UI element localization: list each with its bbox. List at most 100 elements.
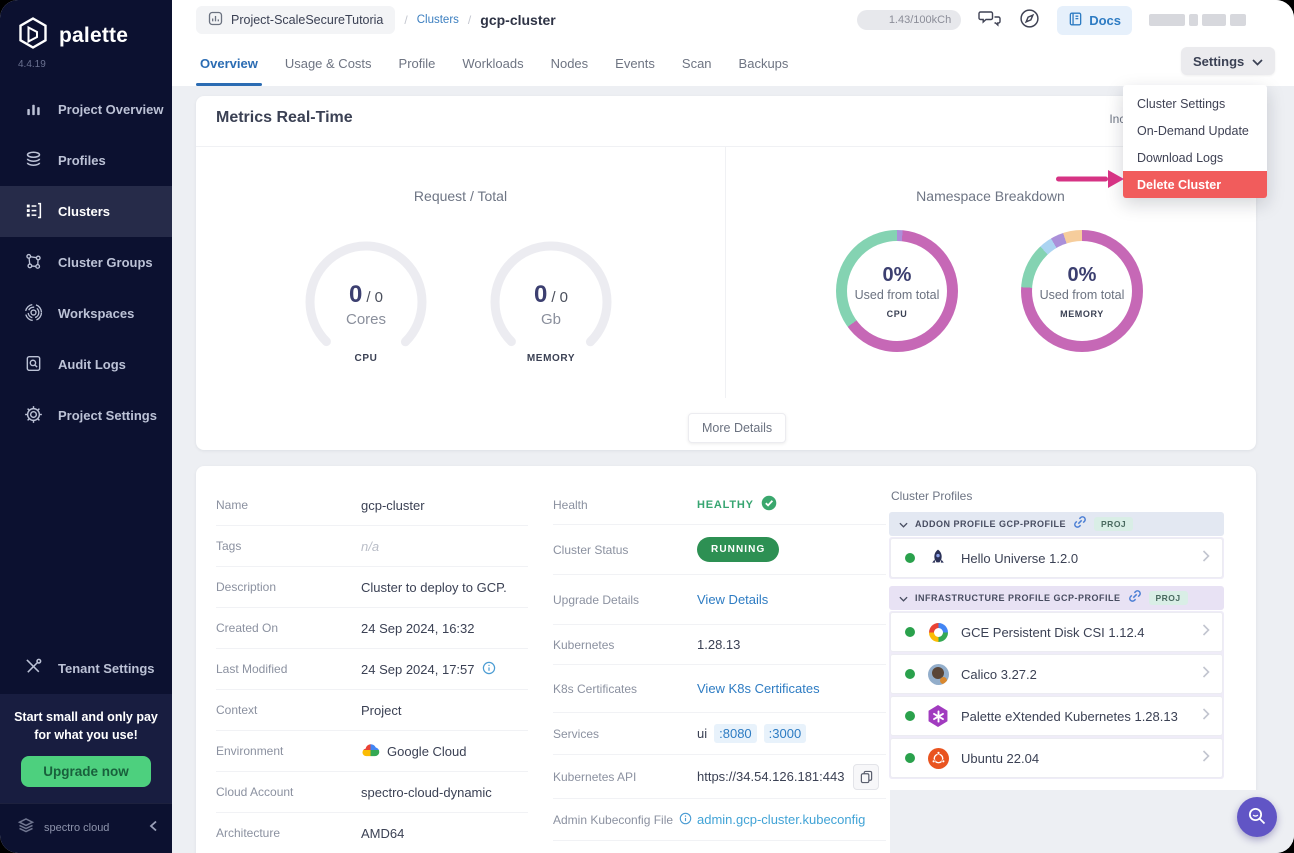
- cpu-used-value: 0: [349, 281, 362, 308]
- status-dot: [905, 627, 915, 637]
- bar-chart-icon: [24, 99, 43, 121]
- settings-button[interactable]: Settings: [1181, 47, 1275, 75]
- breadcrumb-clusters-link[interactable]: Clusters: [417, 14, 459, 26]
- tab-scan[interactable]: Scan: [682, 40, 712, 86]
- spectro-cloud-logo-icon: [16, 815, 36, 840]
- link-icon[interactable]: [1128, 589, 1142, 608]
- profile-row-gce-disk[interactable]: GCE Persistent Disk CSI 1.12.4: [890, 612, 1223, 652]
- sidebar-item-workspaces[interactable]: Workspaces: [0, 288, 172, 339]
- sidebar: palette 4.4.19 Project Overview Profiles…: [0, 0, 172, 853]
- namespace-cpu-donut: 0% Used from total CPU: [836, 230, 958, 352]
- profile-row-ubuntu[interactable]: Ubuntu 22.04: [890, 738, 1223, 778]
- docs-label: Docs: [1089, 13, 1121, 28]
- tab-events[interactable]: Events: [615, 40, 655, 86]
- sidebar-item-label: Audit Logs: [58, 357, 126, 372]
- palette-extended-kubernetes-icon: [927, 705, 949, 727]
- feedback-chat-button[interactable]: [978, 9, 1002, 32]
- view-details-link[interactable]: View Details: [697, 592, 768, 607]
- link-icon[interactable]: [1073, 515, 1087, 534]
- view-k8s-certificates-link[interactable]: View K8s Certificates: [697, 681, 820, 696]
- cluster-tabs: Overview Usage & Costs Profile Workloads…: [172, 40, 1294, 86]
- cpu-donut-label: CPU: [887, 309, 908, 319]
- cluster-profiles-column: Cluster Profiles ADDON PROFILE GCP-PROFI…: [889, 476, 1224, 779]
- infrastructure-profile-header[interactable]: INFRASTRUCTURE PROFILE GCP-PROFILE PROJ: [889, 586, 1224, 610]
- tab-overview[interactable]: Overview: [200, 40, 258, 86]
- sidebar-item-tenant-settings[interactable]: Tenant Settings: [0, 643, 172, 694]
- service-port-3000-link[interactable]: :3000: [764, 724, 807, 743]
- book-icon: [1068, 11, 1083, 30]
- help-search-button[interactable]: [1237, 797, 1277, 837]
- sidebar-nav: Project Overview Profiles Clusters Clust…: [0, 84, 172, 441]
- app-version: 4.4.19: [0, 57, 172, 84]
- tab-backups[interactable]: Backups: [739, 40, 789, 86]
- docs-button[interactable]: Docs: [1057, 6, 1132, 35]
- sidebar-item-label: Profiles: [58, 153, 106, 168]
- concentric-circles-icon: [24, 303, 43, 325]
- tab-nodes[interactable]: Nodes: [551, 40, 589, 86]
- cluster-info-column: Namegcp-cluster Tagsn/a DescriptionClust…: [216, 485, 528, 853]
- tab-workloads[interactable]: Workloads: [462, 40, 523, 86]
- sidebar-item-label: Cluster Groups: [58, 255, 153, 270]
- detail-row: Health HEALTHY: [553, 485, 886, 525]
- network-nodes-icon: [24, 252, 43, 274]
- divider: [725, 146, 726, 398]
- more-details-button[interactable]: More Details: [688, 413, 786, 443]
- palette-logo[interactable]: palette: [0, 0, 172, 57]
- detail-row: DescriptionCluster to deploy to GCP.: [216, 567, 528, 608]
- tags-value: n/a: [361, 539, 379, 554]
- profile-row-palette-extended-kubernetes[interactable]: Palette eXtended Kubernetes 1.28.13: [890, 696, 1223, 736]
- project-switcher[interactable]: Project-ScaleSecureTutoria: [196, 6, 395, 34]
- check-badge-icon: [761, 495, 777, 514]
- collapse-sidebar-icon[interactable]: [149, 819, 158, 837]
- promo-text-line1: Start small and only pay: [10, 708, 162, 726]
- hello-universe-icon: [927, 547, 949, 569]
- sidebar-item-cluster-groups[interactable]: Cluster Groups: [0, 237, 172, 288]
- profile-row-calico[interactable]: Calico 3.27.2: [890, 654, 1223, 694]
- app-name: palette: [59, 24, 128, 48]
- kubeconfig-download-link[interactable]: admin.gcp-cluster.kubeconfig: [697, 812, 865, 827]
- cpu-caption: Used from total: [855, 288, 940, 302]
- memory-gauge: 0/ 0 Gb MEMORY: [487, 238, 615, 366]
- sidebar-item-label: Clusters: [58, 204, 110, 219]
- menu-item-cluster-settings[interactable]: Cluster Settings: [1123, 90, 1267, 117]
- chevron-right-icon: [1202, 749, 1210, 767]
- tab-profile[interactable]: Profile: [399, 40, 436, 86]
- info-icon[interactable]: [482, 661, 496, 678]
- addon-profile-rows: Hello Universe 1.2.0: [889, 537, 1224, 579]
- context-value: Project: [361, 703, 401, 718]
- health-value: HEALTHY: [697, 499, 754, 511]
- info-icon[interactable]: [679, 812, 692, 828]
- status-dot: [905, 553, 915, 563]
- google-cloud-icon: [361, 743, 380, 760]
- sidebar-item-project-settings[interactable]: Project Settings: [0, 390, 172, 441]
- sidebar-item-audit-logs[interactable]: Audit Logs: [0, 339, 172, 390]
- breadcrumb-current-page: gcp-cluster: [480, 12, 555, 28]
- sidebar-footer: spectro cloud: [0, 803, 172, 853]
- detail-row: ContextProject: [216, 690, 528, 731]
- kubernetes-api-value: https://34.54.126.181:443: [697, 769, 844, 784]
- sidebar-item-project-overview[interactable]: Project Overview: [0, 84, 172, 135]
- menu-item-delete-cluster[interactable]: Delete Cluster: [1123, 171, 1267, 198]
- detail-row: Admin Kubeconfig File admin.gcp-cluster.…: [553, 799, 886, 841]
- architecture-value: AMD64: [361, 826, 404, 841]
- sidebar-item-clusters[interactable]: Clusters: [0, 186, 172, 237]
- infrastructure-profile-rows: GCE Persistent Disk CSI 1.12.4 Calico 3.…: [889, 611, 1224, 779]
- sidebar-item-profiles[interactable]: Profiles: [0, 135, 172, 186]
- ubuntu-icon: [927, 747, 949, 769]
- addon-profile-header[interactable]: ADDON PROFILE GCP-PROFILE PROJ: [889, 512, 1224, 536]
- document-search-icon: [24, 354, 43, 376]
- detail-row: Environment Google Cloud: [216, 731, 528, 772]
- upgrade-now-button[interactable]: Upgrade now: [21, 756, 151, 787]
- copy-button[interactable]: [853, 764, 879, 790]
- explore-button[interactable]: [1019, 8, 1040, 32]
- tab-usage-costs[interactable]: Usage & Costs: [285, 40, 372, 86]
- service-port-8080-link[interactable]: :8080: [714, 724, 757, 743]
- service-name: ui: [697, 726, 707, 741]
- menu-item-download-logs[interactable]: Download Logs: [1123, 144, 1267, 171]
- chevron-right-icon: [1202, 549, 1210, 567]
- profile-row-hello-universe[interactable]: Hello Universe 1.2.0: [890, 538, 1223, 578]
- main-area: Project-ScaleSecureTutoria / Clusters / …: [172, 0, 1294, 853]
- menu-item-on-demand-update[interactable]: On-Demand Update: [1123, 117, 1267, 144]
- breadcrumb-separator: /: [404, 13, 407, 27]
- project-chart-icon: [208, 11, 223, 29]
